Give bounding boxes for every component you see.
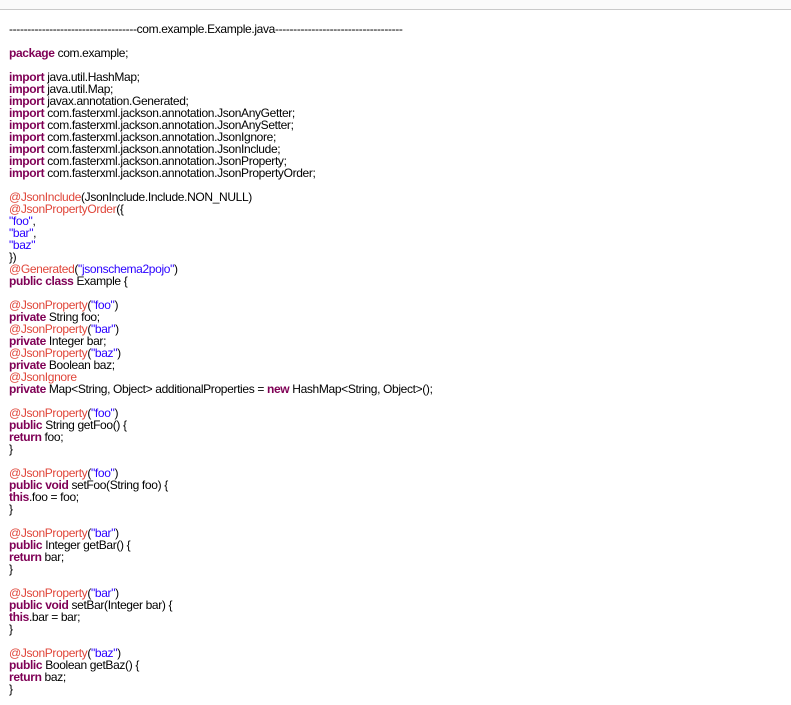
code-text: setFoo(String foo) { xyxy=(68,478,168,492)
code-line: } xyxy=(9,503,791,515)
code-line: return foo; xyxy=(9,431,791,443)
code-text: } xyxy=(9,442,13,456)
file-header: -----------------------------------com.e… xyxy=(9,22,403,36)
code-text: setBar(Integer bar) { xyxy=(68,598,173,612)
keyword: import xyxy=(9,166,45,180)
code-text: baz; xyxy=(41,670,67,684)
code-text: Example { xyxy=(73,274,128,288)
code-text: ) xyxy=(115,322,119,336)
code-line: "foo", xyxy=(9,215,791,227)
code-line: public Boolean getBaz() { xyxy=(9,659,791,671)
code-line: this.bar = bar; xyxy=(9,611,791,623)
code-line: } xyxy=(9,563,791,575)
code-line: } xyxy=(9,683,791,695)
code-line: private Boolean baz; xyxy=(9,359,791,371)
code-text: } xyxy=(9,622,13,636)
code-text: ) xyxy=(117,346,121,360)
code-line: public void setBar(Integer bar) { xyxy=(9,599,791,611)
code-line: @JsonInclude(JsonInclude.Include.NON_NUL… xyxy=(9,191,791,203)
code-line: -----------------------------------com.e… xyxy=(9,23,791,35)
code-text: com.example; xyxy=(54,46,129,60)
keyword: return xyxy=(9,670,42,684)
code-line: } xyxy=(9,443,791,455)
code-line: @JsonProperty("foo") xyxy=(9,299,791,311)
keyword: return xyxy=(9,550,42,564)
code-text: ) xyxy=(114,298,119,312)
code-line: public String getFoo() { xyxy=(9,419,791,431)
code-line: private Integer bar; xyxy=(9,335,791,347)
code-line: public Integer getBar() { xyxy=(9,539,791,551)
code-text: foo; xyxy=(41,430,64,444)
code-line: "baz" xyxy=(9,239,791,251)
keyword: private xyxy=(9,382,46,396)
browser-top-bar xyxy=(0,0,791,10)
code-text: } xyxy=(9,682,13,696)
code-line: package com.example; xyxy=(9,47,791,59)
code-text: bar; xyxy=(41,550,65,564)
code-line: @JsonProperty("bar") xyxy=(9,323,791,335)
code-text: } xyxy=(9,562,13,576)
code-view: -----------------------------------com.e… xyxy=(9,23,791,695)
code-line: import com.fasterxml.jackson.annotation.… xyxy=(9,167,791,179)
code-line: "bar", xyxy=(9,227,791,239)
code-line: private String foo; xyxy=(9,311,791,323)
code-text: .foo = foo; xyxy=(28,490,79,504)
code-line: public class Example { xyxy=(9,275,791,287)
code-text: com.fasterxml.jackson.annotation.JsonPro… xyxy=(44,166,316,180)
keyword: new xyxy=(266,382,290,396)
keyword: package xyxy=(9,46,55,60)
code-line: } xyxy=(9,623,791,635)
code-line: import java.util.HashMap; xyxy=(9,71,791,83)
code-line: public void setFoo(String foo) { xyxy=(9,479,791,491)
code-line: @JsonPropertyOrder({ xyxy=(9,203,791,215)
code-text: } xyxy=(9,502,13,516)
code-text: .bar = bar; xyxy=(28,610,81,624)
code-line: return bar; xyxy=(9,551,791,563)
code-text: ) xyxy=(174,262,178,276)
code-text: HashMap<String, Object>(); xyxy=(289,382,433,396)
keyword: public class xyxy=(9,274,74,288)
code-line: this.foo = foo; xyxy=(9,491,791,503)
code-text: ({ xyxy=(116,202,124,216)
code-line: return baz; xyxy=(9,671,791,683)
keyword: return xyxy=(9,430,42,444)
code-line: private Map<String, Object> additionalPr… xyxy=(9,383,791,395)
code-text: Map<String, Object> additionalProperties… xyxy=(45,382,267,396)
code-line: @JsonProperty("baz") xyxy=(9,347,791,359)
